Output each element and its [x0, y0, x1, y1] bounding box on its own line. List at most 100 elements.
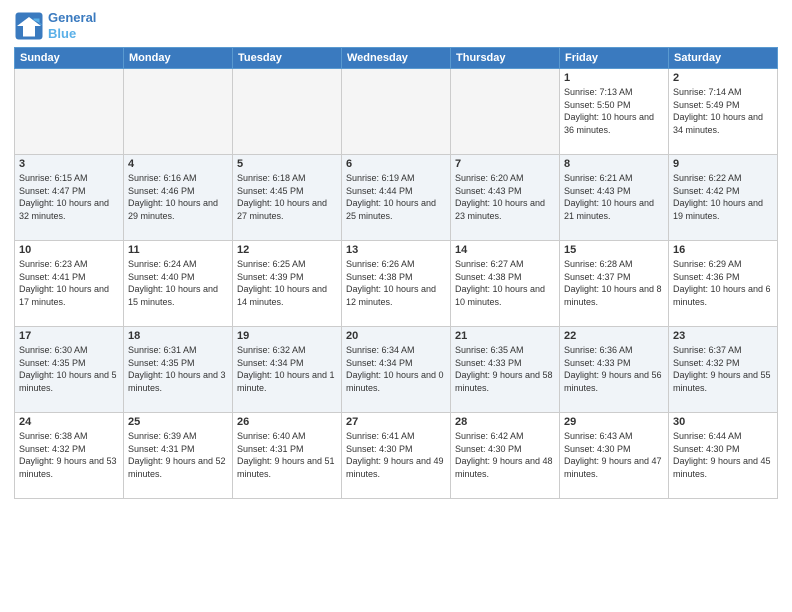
day-number: 21 — [455, 330, 555, 342]
day-info: Sunrise: 6:24 AM Sunset: 4:40 PM Dayligh… — [128, 258, 228, 308]
day-info: Sunrise: 6:28 AM Sunset: 4:37 PM Dayligh… — [564, 258, 664, 308]
day-number: 22 — [564, 330, 664, 342]
day-number: 8 — [564, 158, 664, 170]
calendar-day-cell: 15 Sunrise: 6:28 AM Sunset: 4:37 PM Dayli… — [560, 241, 669, 327]
calendar-day-cell: 2 Sunrise: 7:14 AM Sunset: 5:49 PM Daylig… — [669, 69, 778, 155]
calendar-day-cell — [451, 69, 560, 155]
day-info: Sunrise: 6:29 AM Sunset: 4:36 PM Dayligh… — [673, 258, 773, 308]
calendar-day-cell: 1Sunrise: 7:13 AM Sunset: 5:50 PM Daylig… — [560, 69, 669, 155]
calendar-day-cell: 25 Sunrise: 6:39 AM Sunset: 4:31 PM Dayli… — [124, 413, 233, 499]
calendar-day-cell: 16 Sunrise: 6:29 AM Sunset: 4:36 PM Dayli… — [669, 241, 778, 327]
day-info: Sunrise: 6:32 AM Sunset: 4:34 PM Dayligh… — [237, 344, 337, 394]
calendar-day-header: Thursday — [451, 48, 560, 69]
calendar-day-cell: 14 Sunrise: 6:27 AM Sunset: 4:38 PM Dayli… — [451, 241, 560, 327]
calendar-week-row: 1Sunrise: 7:13 AM Sunset: 5:50 PM Daylig… — [15, 69, 778, 155]
day-number: 23 — [673, 330, 773, 342]
day-info: Sunrise: 6:42 AM Sunset: 4:30 PM Dayligh… — [455, 430, 555, 480]
calendar-day-cell: 5 Sunrise: 6:18 AM Sunset: 4:45 PM Daylig… — [233, 155, 342, 241]
calendar-day-cell: 10 Sunrise: 6:23 AM Sunset: 4:41 PM Dayli… — [15, 241, 124, 327]
day-info: Sunrise: 6:40 AM Sunset: 4:31 PM Dayligh… — [237, 430, 337, 480]
day-info: Sunrise: 6:38 AM Sunset: 4:32 PM Dayligh… — [19, 430, 119, 480]
calendar-day-header: Wednesday — [342, 48, 451, 69]
calendar-day-cell: 28 Sunrise: 6:42 AM Sunset: 4:30 PM Dayli… — [451, 413, 560, 499]
day-number: 19 — [237, 330, 337, 342]
day-number: 28 — [455, 416, 555, 428]
calendar-day-cell: 9 Sunrise: 6:22 AM Sunset: 4:42 PM Daylig… — [669, 155, 778, 241]
calendar-day-cell: 26 Sunrise: 6:40 AM Sunset: 4:31 PM Dayli… — [233, 413, 342, 499]
calendar-week-row: 3 Sunrise: 6:15 AM Sunset: 4:47 PM Daylig… — [15, 155, 778, 241]
calendar-day-header: Monday — [124, 48, 233, 69]
day-number: 14 — [455, 244, 555, 256]
calendar-day-header: Sunday — [15, 48, 124, 69]
day-number: 1 — [564, 72, 664, 84]
calendar-day-header: Tuesday — [233, 48, 342, 69]
day-info: Sunrise: 6:31 AM Sunset: 4:35 PM Dayligh… — [128, 344, 228, 394]
day-info: Sunrise: 6:15 AM Sunset: 4:47 PM Dayligh… — [19, 172, 119, 222]
day-number: 26 — [237, 416, 337, 428]
day-number: 25 — [128, 416, 228, 428]
day-number: 17 — [19, 330, 119, 342]
day-info: Sunrise: 6:20 AM Sunset: 4:43 PM Dayligh… — [455, 172, 555, 222]
day-number: 10 — [19, 244, 119, 256]
day-number: 2 — [673, 72, 773, 84]
day-info: Sunrise: 6:27 AM Sunset: 4:38 PM Dayligh… — [455, 258, 555, 308]
day-number: 18 — [128, 330, 228, 342]
calendar-day-cell: 8 Sunrise: 6:21 AM Sunset: 4:43 PM Daylig… — [560, 155, 669, 241]
calendar-day-cell: 19 Sunrise: 6:32 AM Sunset: 4:34 PM Dayli… — [233, 327, 342, 413]
day-number: 11 — [128, 244, 228, 256]
day-info: Sunrise: 6:36 AM Sunset: 4:33 PM Dayligh… — [564, 344, 664, 394]
logo-icon — [14, 11, 44, 41]
calendar-week-row: 17 Sunrise: 6:30 AM Sunset: 4:35 PM Dayli… — [15, 327, 778, 413]
day-info: Sunrise: 6:37 AM Sunset: 4:32 PM Dayligh… — [673, 344, 773, 394]
calendar-week-row: 10 Sunrise: 6:23 AM Sunset: 4:41 PM Dayli… — [15, 241, 778, 327]
day-number: 6 — [346, 158, 446, 170]
day-number: 30 — [673, 416, 773, 428]
day-number: 20 — [346, 330, 446, 342]
calendar-header-row: SundayMondayTuesdayWednesdayThursdayFrid… — [15, 48, 778, 69]
calendar-day-cell: 23 Sunrise: 6:37 AM Sunset: 4:32 PM Dayli… — [669, 327, 778, 413]
day-info: Sunrise: 6:23 AM Sunset: 4:41 PM Dayligh… — [19, 258, 119, 308]
calendar-day-cell: 11 Sunrise: 6:24 AM Sunset: 4:40 PM Dayli… — [124, 241, 233, 327]
day-info: Sunrise: 6:22 AM Sunset: 4:42 PM Dayligh… — [673, 172, 773, 222]
calendar-day-cell: 3 Sunrise: 6:15 AM Sunset: 4:47 PM Daylig… — [15, 155, 124, 241]
day-number: 27 — [346, 416, 446, 428]
calendar-day-cell: 20 Sunrise: 6:34 AM Sunset: 4:34 PM Dayli… — [342, 327, 451, 413]
calendar-day-cell: 22 Sunrise: 6:36 AM Sunset: 4:33 PM Dayli… — [560, 327, 669, 413]
calendar-day-cell: 17 Sunrise: 6:30 AM Sunset: 4:35 PM Dayli… — [15, 327, 124, 413]
day-number: 7 — [455, 158, 555, 170]
calendar-day-cell — [342, 69, 451, 155]
day-info: Sunrise: 6:44 AM Sunset: 4:30 PM Dayligh… — [673, 430, 773, 480]
day-info: Sunrise: 6:41 AM Sunset: 4:30 PM Dayligh… — [346, 430, 446, 480]
day-info: Sunrise: 6:16 AM Sunset: 4:46 PM Dayligh… — [128, 172, 228, 222]
day-number: 5 — [237, 158, 337, 170]
day-number: 24 — [19, 416, 119, 428]
day-number: 3 — [19, 158, 119, 170]
day-number: 9 — [673, 158, 773, 170]
day-number: 13 — [346, 244, 446, 256]
calendar-day-cell: 7 Sunrise: 6:20 AM Sunset: 4:43 PM Daylig… — [451, 155, 560, 241]
logo-text: General Blue — [48, 10, 96, 41]
calendar-day-cell — [15, 69, 124, 155]
day-info: Sunrise: 6:34 AM Sunset: 4:34 PM Dayligh… — [346, 344, 446, 394]
day-number: 16 — [673, 244, 773, 256]
logo: General Blue — [14, 10, 96, 41]
calendar-day-cell: 13Sunrise: 6:26 AM Sunset: 4:38 PM Dayli… — [342, 241, 451, 327]
calendar-day-cell: 12Sunrise: 6:25 AM Sunset: 4:39 PM Dayli… — [233, 241, 342, 327]
day-info: Sunrise: 6:39 AM Sunset: 4:31 PM Dayligh… — [128, 430, 228, 480]
page: General Blue SundayMondayTuesdayWednesda… — [0, 0, 792, 612]
calendar-day-cell — [233, 69, 342, 155]
calendar-day-header: Friday — [560, 48, 669, 69]
calendar-day-header: Saturday — [669, 48, 778, 69]
day-info: Sunrise: 6:21 AM Sunset: 4:43 PM Dayligh… — [564, 172, 664, 222]
calendar-day-cell: 18 Sunrise: 6:31 AM Sunset: 4:35 PM Dayli… — [124, 327, 233, 413]
day-info: Sunrise: 6:25 AM Sunset: 4:39 PM Dayligh… — [237, 258, 337, 308]
day-info: Sunrise: 6:18 AM Sunset: 4:45 PM Dayligh… — [237, 172, 337, 222]
day-number: 15 — [564, 244, 664, 256]
day-number: 4 — [128, 158, 228, 170]
calendar: SundayMondayTuesdayWednesdayThursdayFrid… — [14, 47, 778, 499]
day-info: Sunrise: 7:14 AM Sunset: 5:49 PM Dayligh… — [673, 86, 773, 136]
day-info: Sunrise: 6:30 AM Sunset: 4:35 PM Dayligh… — [19, 344, 119, 394]
calendar-day-cell: 27 Sunrise: 6:41 AM Sunset: 4:30 PM Dayli… — [342, 413, 451, 499]
calendar-day-cell: 4 Sunrise: 6:16 AM Sunset: 4:46 PM Daylig… — [124, 155, 233, 241]
calendar-week-row: 24 Sunrise: 6:38 AM Sunset: 4:32 PM Dayli… — [15, 413, 778, 499]
